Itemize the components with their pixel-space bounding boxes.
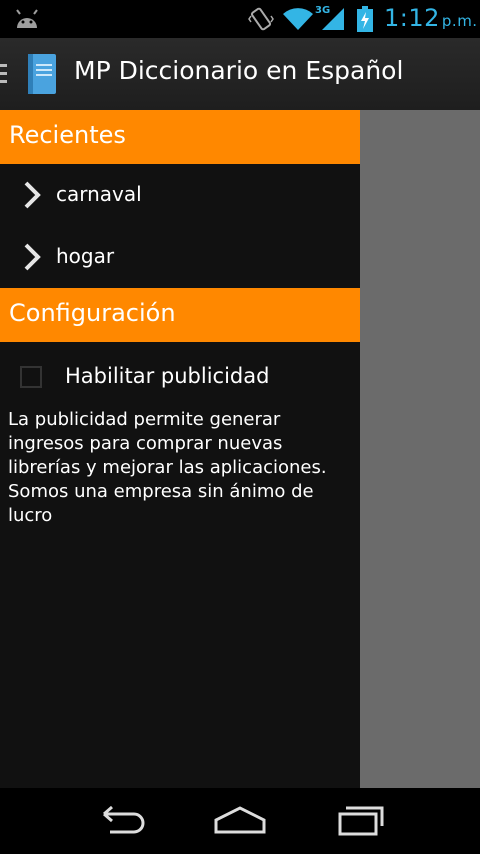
ads-setting-row[interactable]: Habilitar publicidad <box>0 358 360 402</box>
navigation-drawer: Recientes carnaval hogar Configuración H… <box>0 110 360 788</box>
config-header-label: Configuración <box>9 299 176 327</box>
recent-item-label: hogar <box>56 244 115 268</box>
ads-checkbox[interactable] <box>20 366 42 388</box>
navigation-bar <box>0 788 480 854</box>
wifi-icon <box>283 8 313 31</box>
action-bar: MP Diccionario en Español <box>0 38 480 110</box>
ads-description: La publicidad permite generar ingresos p… <box>8 409 327 526</box>
recent-item-label: carnaval <box>56 182 142 206</box>
battery-charging-icon <box>357 6 373 32</box>
clock: 1:12 p.m. <box>384 4 478 32</box>
recent-header-label: Recientes <box>9 121 126 149</box>
drawer-toggle-icon[interactable] <box>0 64 8 86</box>
app-title: MP Diccionario en Español <box>74 56 404 85</box>
clock-ampm: p.m. <box>441 12 478 30</box>
chevron-right-icon <box>24 243 41 271</box>
home-icon[interactable] <box>210 800 270 840</box>
recent-item-hogar[interactable]: hogar <box>0 226 360 288</box>
config-section-header: Configuración <box>0 288 360 342</box>
recent-section-header: Recientes <box>0 110 360 164</box>
dictionary-book-icon[interactable] <box>24 52 60 96</box>
clock-time: 1:12 <box>384 4 440 32</box>
android-icon <box>16 9 38 28</box>
signal-icon <box>322 8 344 30</box>
status-bar: 3G 1:12 p.m. <box>0 0 480 38</box>
ads-setting-label: Habilitar publicidad <box>65 364 270 388</box>
recent-apps-icon[interactable] <box>330 800 390 840</box>
back-icon[interactable] <box>90 800 150 840</box>
chevron-right-icon <box>24 181 41 209</box>
recent-item-carnaval[interactable]: carnaval <box>0 164 360 226</box>
drawer-scrim[interactable] <box>360 110 480 788</box>
vibrate-icon <box>248 7 274 31</box>
